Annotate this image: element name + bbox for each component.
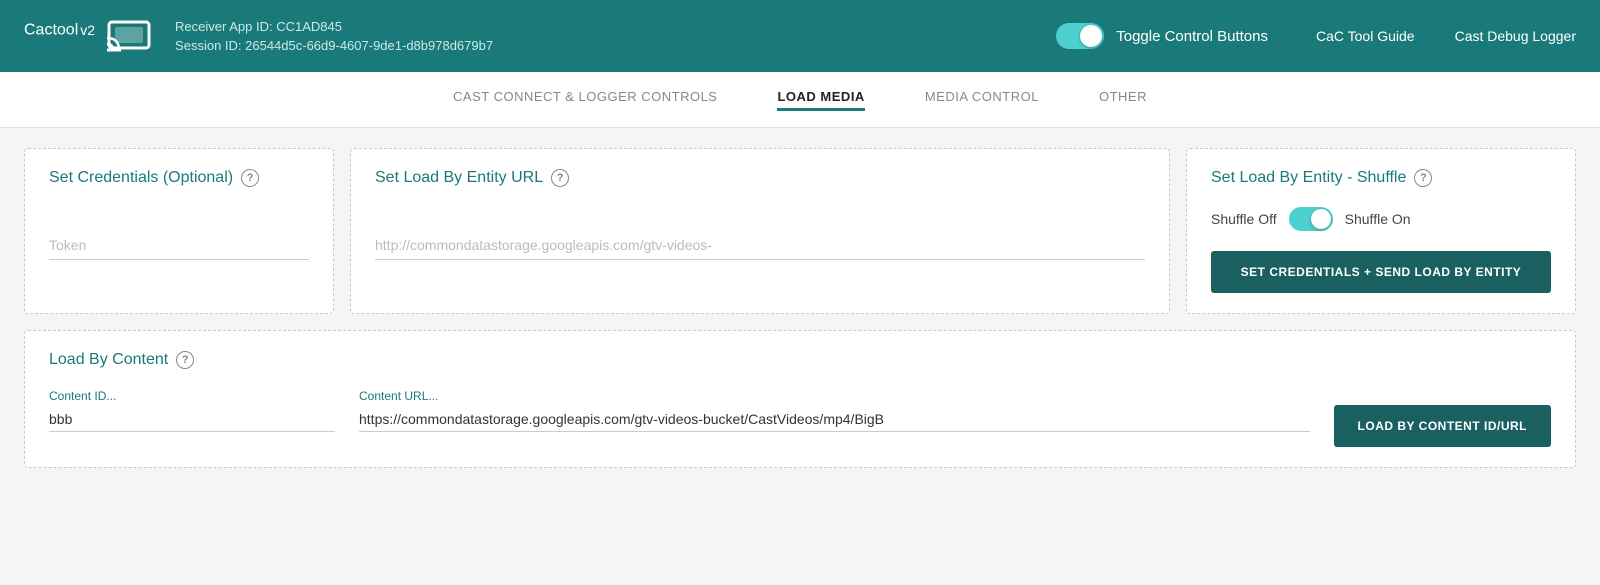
header-links: CaC Tool Guide Cast Debug Logger xyxy=(1316,28,1576,44)
credentials-help-icon[interactable]: ? xyxy=(241,169,259,187)
shuffle-on-label: Shuffle On xyxy=(1345,211,1411,227)
content-help-icon[interactable]: ? xyxy=(176,351,194,369)
shuffle-off-label: Shuffle Off xyxy=(1211,211,1277,227)
control-buttons-toggle[interactable] xyxy=(1056,23,1104,49)
main-content: Set Credentials (Optional) ? Set Load By… xyxy=(0,128,1600,504)
cast-icon xyxy=(107,18,151,54)
toggle-label: Toggle Control Buttons xyxy=(1116,28,1268,45)
content-id-value: bbb xyxy=(49,407,335,432)
shuffle-help-icon[interactable]: ? xyxy=(1414,169,1432,187)
tab-cast-connect[interactable]: CAST CONNECT & LOGGER CONTROLS xyxy=(453,89,717,111)
load-by-content-card: Load By Content ? Content ID... bbb Cont… xyxy=(24,330,1576,468)
content-id-group: Content ID... bbb xyxy=(49,389,359,432)
entity-url-card: Set Load By Entity URL ? xyxy=(350,148,1170,314)
tab-media-control[interactable]: MEDIA CONTROL xyxy=(925,89,1039,111)
shuffle-card-title: Set Load By Entity - Shuffle ? xyxy=(1211,169,1551,187)
session-id: Session ID: 26544d5c-66d9-4607-9de1-d8b9… xyxy=(175,36,493,56)
entity-url-card-title: Set Load By Entity URL ? xyxy=(375,169,1145,187)
logo-text: Cactoolv2 xyxy=(24,20,95,52)
content-card-title: Load By Content ? xyxy=(49,351,1551,369)
entity-url-input[interactable] xyxy=(375,231,1145,260)
shuffle-toggle[interactable] xyxy=(1289,207,1333,231)
logo-name: Cactool xyxy=(24,22,78,39)
logo-version: v2 xyxy=(80,22,95,38)
credentials-title-text: Set Credentials (Optional) xyxy=(49,169,233,187)
header-info: Receiver App ID: CC1AD845 Session ID: 26… xyxy=(175,17,493,56)
content-url-value: https://commondatastorage.googleapis.com… xyxy=(359,407,1310,432)
entity-url-help-icon[interactable]: ? xyxy=(551,169,569,187)
bottom-cards-row: Load By Content ? Content ID... bbb Cont… xyxy=(24,330,1576,468)
cast-debug-logger-link[interactable]: Cast Debug Logger xyxy=(1455,28,1576,44)
logo-container: Cactoolv2 xyxy=(24,18,151,54)
receiver-app-id: Receiver App ID: CC1AD845 xyxy=(175,17,493,37)
set-credentials-send-load-button[interactable]: SET CREDENTIALS + SEND LOAD BY ENTITY xyxy=(1211,251,1551,293)
tab-other[interactable]: OTHER xyxy=(1099,89,1147,111)
content-url-label: Content URL... xyxy=(359,389,1310,403)
content-id-label: Content ID... xyxy=(49,389,335,403)
content-url-group: Content URL... https://commondatastorage… xyxy=(359,389,1334,432)
top-cards-row: Set Credentials (Optional) ? Set Load By… xyxy=(24,148,1576,314)
load-by-content-button[interactable]: LOAD BY CONTENT ID/URL xyxy=(1334,405,1551,447)
shuffle-title-text: Set Load By Entity - Shuffle xyxy=(1211,169,1406,187)
credentials-card: Set Credentials (Optional) ? xyxy=(24,148,334,314)
token-input[interactable] xyxy=(49,231,309,260)
shuffle-toggle-row: Shuffle Off Shuffle On xyxy=(1211,207,1551,231)
entity-url-title-text: Set Load By Entity URL xyxy=(375,169,543,187)
cac-tool-guide-link[interactable]: CaC Tool Guide xyxy=(1316,28,1415,44)
tab-load-media[interactable]: LOAD MEDIA xyxy=(777,89,864,111)
app-header: Cactoolv2 Receiver App ID: CC1AD845 Sess… xyxy=(0,0,1600,72)
content-title-text: Load By Content xyxy=(49,351,168,369)
toggle-section: Toggle Control Buttons xyxy=(1056,23,1268,49)
content-fields-row: Content ID... bbb Content URL... https:/… xyxy=(49,389,1551,447)
credentials-card-title: Set Credentials (Optional) ? xyxy=(49,169,309,187)
tabs-nav: CAST CONNECT & LOGGER CONTROLS LOAD MEDI… xyxy=(0,72,1600,128)
shuffle-card: Set Load By Entity - Shuffle ? Shuffle O… xyxy=(1186,148,1576,314)
